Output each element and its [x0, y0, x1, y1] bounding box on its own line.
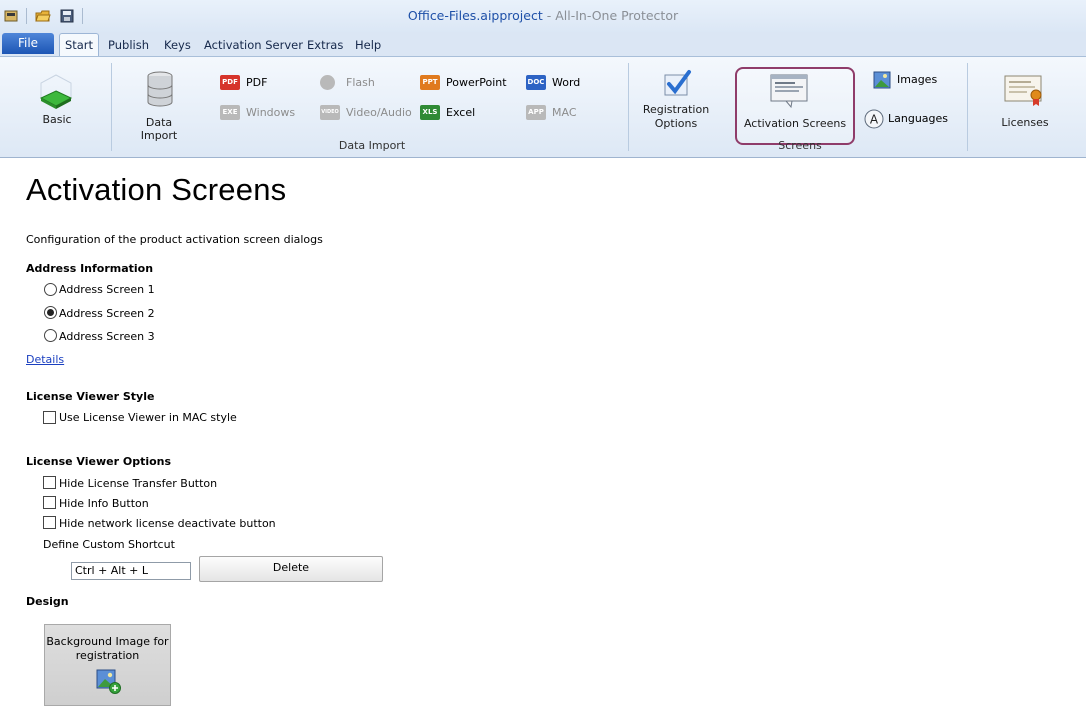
hide-info-label[interactable]: Hide Info Button [59, 497, 149, 510]
file-menu-button[interactable]: File [2, 33, 54, 54]
dialog-screen-icon [770, 73, 810, 112]
windows-button[interactable]: EXE Windows [220, 105, 300, 121]
xls-icon: XLS [420, 105, 440, 120]
tab-extras[interactable]: Extras [307, 38, 343, 52]
hide-info-checkbox[interactable] [43, 496, 56, 509]
database-icon [146, 70, 174, 111]
language-a-icon: A [864, 109, 884, 134]
radio-address-screen-1[interactable] [44, 283, 57, 296]
word-label: Word [552, 76, 581, 89]
video-audio-label: Video/Audio [346, 106, 412, 119]
registration-check-icon [662, 69, 692, 102]
background-image-button[interactable]: Background Image for registration [44, 624, 171, 706]
doc-icon: DOC [526, 75, 546, 90]
powerpoint-label: PowerPoint [446, 76, 507, 89]
pdf-icon: PDF [220, 75, 240, 90]
shortcut-label: Define Custom Shortcut [43, 538, 175, 551]
svg-text:A: A [870, 113, 879, 127]
tab-help[interactable]: Help [355, 38, 381, 52]
activation-screens-button[interactable]: Activation Screens [735, 67, 855, 145]
mac-style-label[interactable]: Use License Viewer in MAC style [59, 411, 237, 424]
languages-label: Languages [888, 112, 949, 125]
activation-screens-label: Activation Screens [743, 117, 847, 130]
ribbon-tab-row: File Start Publish Keys Activation Serve… [0, 32, 1086, 57]
hide-transfer-label[interactable]: Hide License Transfer Button [59, 477, 217, 490]
exe-icon: EXE [220, 105, 240, 120]
address-screen-2-label[interactable]: Address Screen 2 [59, 307, 155, 320]
shortcut-input[interactable]: Ctrl + Alt + L [71, 562, 191, 580]
basic-button[interactable]: Basic [36, 113, 78, 126]
window-title: Office-Files.aipproject - All-In-One Pro… [0, 8, 1086, 23]
background-image-line2: registration [75, 649, 140, 662]
radio-address-screen-3[interactable] [44, 329, 57, 342]
viewer-options-section-heading: License Viewer Options [26, 455, 172, 468]
background-image-line1: Background Image for [46, 635, 169, 648]
app-icon: APP [526, 105, 546, 120]
tab-start[interactable]: Start [59, 33, 99, 57]
address-section-heading: Address Information [26, 262, 154, 275]
app-name: All-In-One Protector [555, 8, 679, 23]
design-section-heading: Design [26, 595, 69, 608]
address-screen-1-label[interactable]: Address Screen 1 [59, 283, 155, 296]
flash-label: Flash [346, 76, 375, 89]
mac-label: MAC [552, 106, 577, 119]
details-link[interactable]: Details [26, 353, 64, 366]
registration-options-line2: Options [654, 117, 698, 130]
add-image-icon [96, 669, 122, 698]
group-label-screens: Screens [778, 139, 822, 152]
pdf-button[interactable]: PDF PDF [220, 75, 300, 91]
powerpoint-button[interactable]: PPT PowerPoint [420, 75, 510, 91]
mac-button[interactable]: APP MAC [526, 105, 606, 121]
page-description: Configuration of the product activation … [26, 233, 323, 246]
group-label-data-import: Data Import [338, 139, 406, 152]
windows-label: Windows [246, 106, 296, 119]
hide-network-checkbox[interactable] [43, 516, 56, 529]
flash-button[interactable]: Flash [320, 75, 400, 91]
license-certificate-icon [1004, 73, 1046, 110]
images-button[interactable]: Images [873, 71, 953, 91]
tab-keys[interactable]: Keys [164, 38, 191, 52]
images-label: Images [897, 73, 938, 86]
address-screen-3-label[interactable]: Address Screen 3 [59, 330, 155, 343]
document-name: Office-Files.aipproject [407, 8, 543, 23]
ppt-icon: PPT [420, 75, 440, 90]
flash-icon [320, 75, 335, 90]
delete-button[interactable]: Delete [199, 556, 383, 582]
basic-cube-icon [37, 71, 75, 112]
word-button[interactable]: DOC Word [526, 75, 606, 91]
pdf-label: PDF [246, 76, 268, 89]
ribbon: Basic Data Import PDF PDF EXE Windows Fl… [0, 56, 1086, 158]
radio-address-screen-2[interactable] [44, 306, 57, 319]
title-bar: Office-Files.aipproject - All-In-One Pro… [0, 0, 1086, 33]
title-separator: - [542, 8, 556, 23]
registration-options-line1: Registration [642, 103, 710, 116]
excel-label: Excel [446, 106, 476, 119]
video-audio-button[interactable]: VIDEO Video/Audio [320, 105, 412, 121]
image-icon [873, 71, 891, 94]
viewer-style-section-heading: License Viewer Style [26, 390, 155, 403]
registration-options-button[interactable]: Registration Options [640, 103, 712, 131]
background-image-label: Background Image for registration [45, 635, 170, 663]
excel-button[interactable]: XLS Excel [420, 105, 500, 121]
hide-network-label[interactable]: Hide network license deactivate button [59, 517, 276, 530]
mac-style-checkbox[interactable] [43, 411, 56, 424]
tab-publish[interactable]: Publish [108, 38, 149, 52]
licenses-button[interactable]: Licenses [994, 116, 1056, 129]
hide-transfer-checkbox[interactable] [43, 476, 56, 489]
languages-button[interactable]: A Languages [864, 109, 954, 129]
video-icon: VIDEO [320, 105, 340, 120]
tab-activation-server[interactable]: Activation Server [204, 38, 303, 52]
page-title: Activation Screens [26, 172, 287, 207]
